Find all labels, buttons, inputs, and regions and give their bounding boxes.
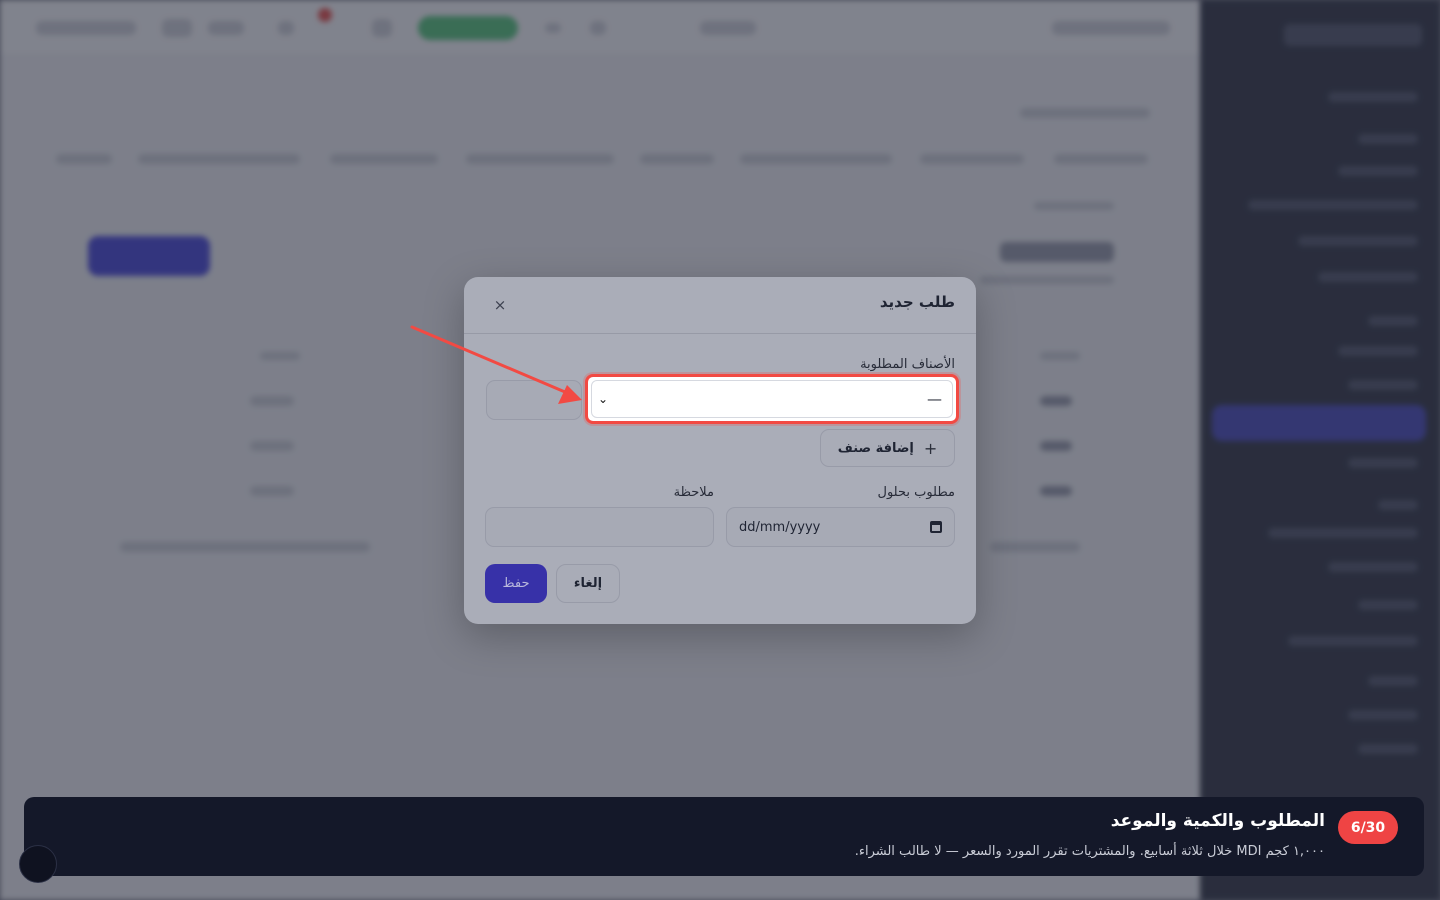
item-select[interactable]: — ⌄ (591, 380, 953, 418)
calendar-icon[interactable] (930, 521, 942, 533)
chevron-down-icon: ⌄ (598, 392, 609, 406)
add-item-button[interactable]: + إضافة صنف (820, 429, 955, 467)
tutorial-text: ١,٠٠٠ كجم MDI خلال ثلاثة أسابيع. والمشتر… (854, 844, 1325, 859)
new-order-dialog: طلب جديد × الأصناف المطلوبة — ⌄ + إضافة … (464, 277, 976, 624)
save-button[interactable]: حفظ (485, 564, 547, 603)
quantity-input[interactable] (486, 380, 582, 420)
items-label: الأصناف المطلوبة (860, 357, 955, 372)
dialog-title: طلب جديد (879, 293, 955, 311)
date-placeholder: dd/mm/yyyy (739, 519, 821, 535)
dialog-header: طلب جديد × (464, 277, 976, 334)
add-item-label: إضافة صنف (837, 440, 914, 456)
note-input[interactable] (485, 507, 714, 547)
note-label: ملاحظة (673, 485, 714, 500)
close-icon[interactable]: × (492, 297, 508, 313)
plus-icon: + (923, 438, 938, 458)
due-date-label: مطلوب بحلول (877, 485, 956, 500)
cancel-button[interactable]: إلغاء (556, 564, 620, 603)
due-date-input[interactable]: dd/mm/yyyy (726, 507, 955, 547)
step-badge: 6/30 (1338, 811, 1398, 844)
tutorial-highlight: — ⌄ (585, 374, 959, 424)
item-select-value: — (927, 390, 942, 408)
help-button[interactable] (19, 845, 57, 883)
tutorial-banner: 6/30 المطلوب والكمية والموعد ١,٠٠٠ كجم M… (24, 797, 1424, 876)
tutorial-title: المطلوب والكمية والموعد (1110, 811, 1325, 831)
